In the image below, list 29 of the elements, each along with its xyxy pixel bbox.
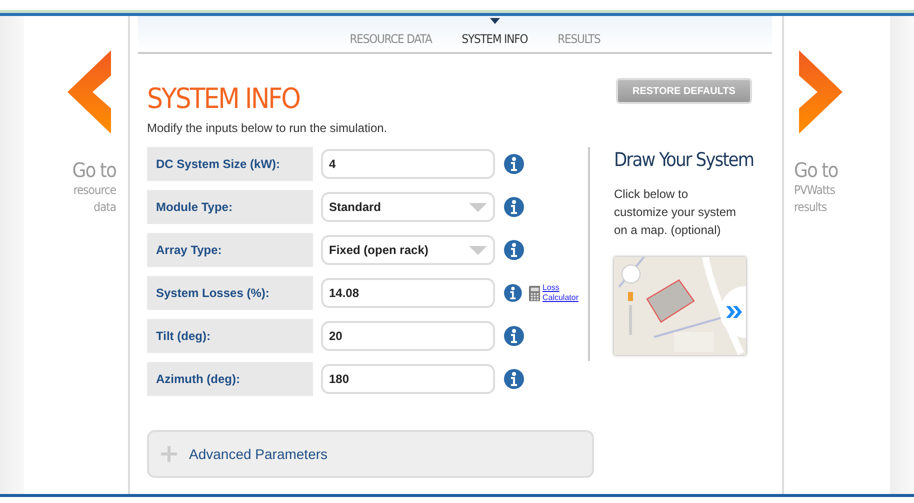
info-icon[interactable] — [504, 283, 522, 303]
field-label: Tilt (deg): — [147, 319, 313, 353]
info-icon[interactable] — [504, 326, 524, 346]
advanced-parameters-toggle[interactable]: Advanced Parameters — [147, 430, 594, 478]
info-icon[interactable] — [504, 240, 524, 260]
caret-icon — [469, 246, 487, 254]
field-label: Azimuth (deg): — [147, 362, 313, 396]
input-field[interactable]: 20 — [321, 321, 495, 351]
select-field[interactable]: Standard — [321, 192, 495, 222]
intro-text: Modify the inputs below to run the simulation. — [147, 121, 388, 135]
plus-icon — [161, 446, 177, 462]
field-label: DC System Size (kW): — [147, 147, 313, 181]
calculator-icon[interactable] — [528, 284, 540, 302]
info-icon[interactable] — [504, 369, 524, 389]
draw-system-heading: Draw Your System — [614, 149, 754, 171]
field-label: Array Type: — [147, 233, 313, 267]
loss-calculator-link[interactable]: Loss Calculator — [542, 283, 580, 303]
page-title: SYSTEM INFO — [147, 82, 300, 115]
input-field[interactable]: 14.08 — [321, 278, 495, 308]
draw-system-text: Click below to customize your system on a map. (optional) — [614, 186, 738, 239]
field-label: Module Type: — [147, 190, 313, 224]
field-label: System Losses (%): — [147, 276, 313, 310]
nav-tab[interactable]: SYSTEM INFO — [462, 32, 528, 46]
select-field[interactable]: Fixed (open rack) — [321, 235, 495, 265]
info-icon[interactable] — [504, 154, 524, 174]
info-icon[interactable] — [504, 197, 524, 217]
input-field[interactable]: 180 — [321, 364, 495, 394]
input-field[interactable]: 4 — [321, 149, 495, 179]
caret-icon — [469, 202, 487, 212]
